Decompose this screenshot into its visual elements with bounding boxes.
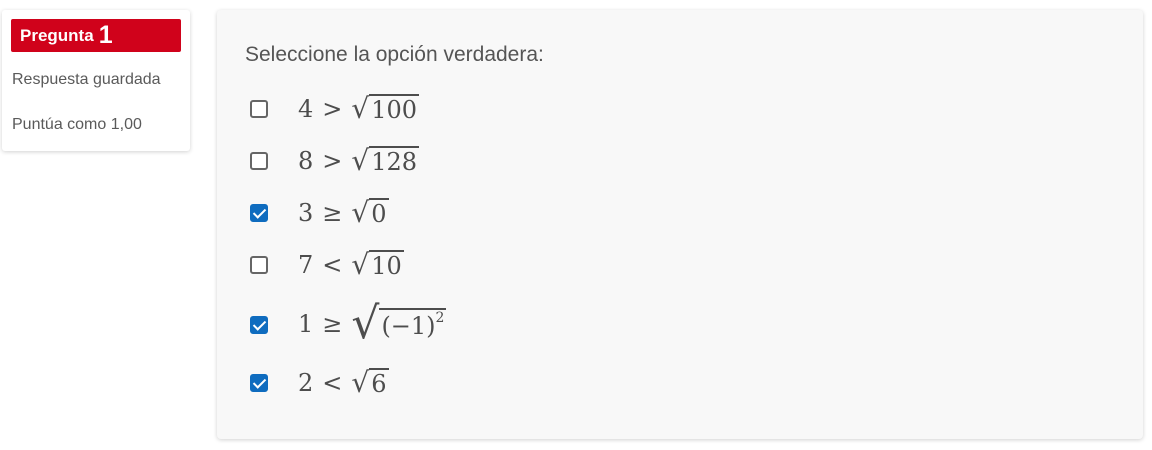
- answer-status: Respuesta guardada: [12, 71, 161, 88]
- option-3: 7 < √ 10: [250, 245, 650, 285]
- sqrt-symbol: √: [351, 92, 370, 125]
- sqrt-symbol: √: [351, 144, 370, 177]
- sqrt-symbol: √: [351, 298, 380, 349]
- option-1-operator: >: [322, 147, 343, 175]
- option-0-lhs: 4: [298, 95, 314, 123]
- option-4-radicand: (−1)2: [379, 308, 447, 340]
- option-3-checkbox[interactable]: [250, 256, 268, 274]
- option-3-operator: <: [322, 251, 343, 279]
- option-3-lhs: 7: [298, 251, 314, 279]
- option-5-operator: <: [322, 369, 343, 397]
- option-5-lhs: 2: [298, 369, 314, 397]
- option-5-checkbox[interactable]: [250, 374, 268, 392]
- option-5-expression: 2 < √ 6: [298, 368, 389, 398]
- option-3-expression: 7 < √ 10: [298, 250, 404, 280]
- option-0-expression: 4 > √ 100: [298, 92, 420, 125]
- option-4-lhs: 1: [298, 310, 314, 338]
- option-1-expression: 8 > √ 128: [298, 144, 420, 177]
- option-0-checkbox[interactable]: [250, 100, 268, 118]
- sqrt-symbol: √: [351, 366, 370, 399]
- option-2-checkbox[interactable]: [250, 204, 268, 222]
- sqrt-symbol: √: [351, 196, 370, 229]
- option-0-operator: >: [322, 95, 343, 123]
- question-number: 1: [98, 21, 113, 49]
- option-2-lhs: 3: [298, 199, 314, 227]
- option-4: 1 ≥ √ (−1)2: [250, 300, 650, 352]
- option-5-radicand: 6: [369, 368, 389, 398]
- option-1-checkbox[interactable]: [250, 152, 268, 170]
- option-0: 4 > √ 100: [250, 89, 650, 129]
- option-0-radicand: 100: [369, 94, 420, 124]
- option-2-radicand: 0: [369, 198, 389, 228]
- option-1: 8 > √ 128: [250, 141, 650, 181]
- option-4-operator: ≥: [322, 310, 343, 338]
- option-2-expression: 3 ≥ √ 0: [298, 198, 389, 228]
- option-4-expression: 1 ≥ √ (−1)2: [298, 298, 447, 349]
- question-grade: Puntúa como 1,00: [12, 116, 142, 133]
- option-4-checkbox[interactable]: [250, 316, 268, 334]
- question-number-badge: Pregunta 1: [11, 19, 181, 52]
- option-4-radicand-base: (−1): [381, 312, 436, 340]
- question-prompt: Seleccione la opción verdadera:: [245, 43, 544, 66]
- option-5: 2 < √ 6: [250, 363, 650, 403]
- option-1-lhs: 8: [298, 147, 314, 175]
- option-3-radicand: 10: [369, 250, 404, 280]
- option-1-radicand: 128: [369, 146, 420, 176]
- option-4-exponent: 2: [435, 310, 445, 326]
- sqrt-symbol: √: [351, 248, 370, 281]
- option-2: 3 ≥ √ 0: [250, 193, 650, 233]
- option-2-operator: ≥: [322, 199, 343, 227]
- question-label: Pregunta: [20, 25, 94, 45]
